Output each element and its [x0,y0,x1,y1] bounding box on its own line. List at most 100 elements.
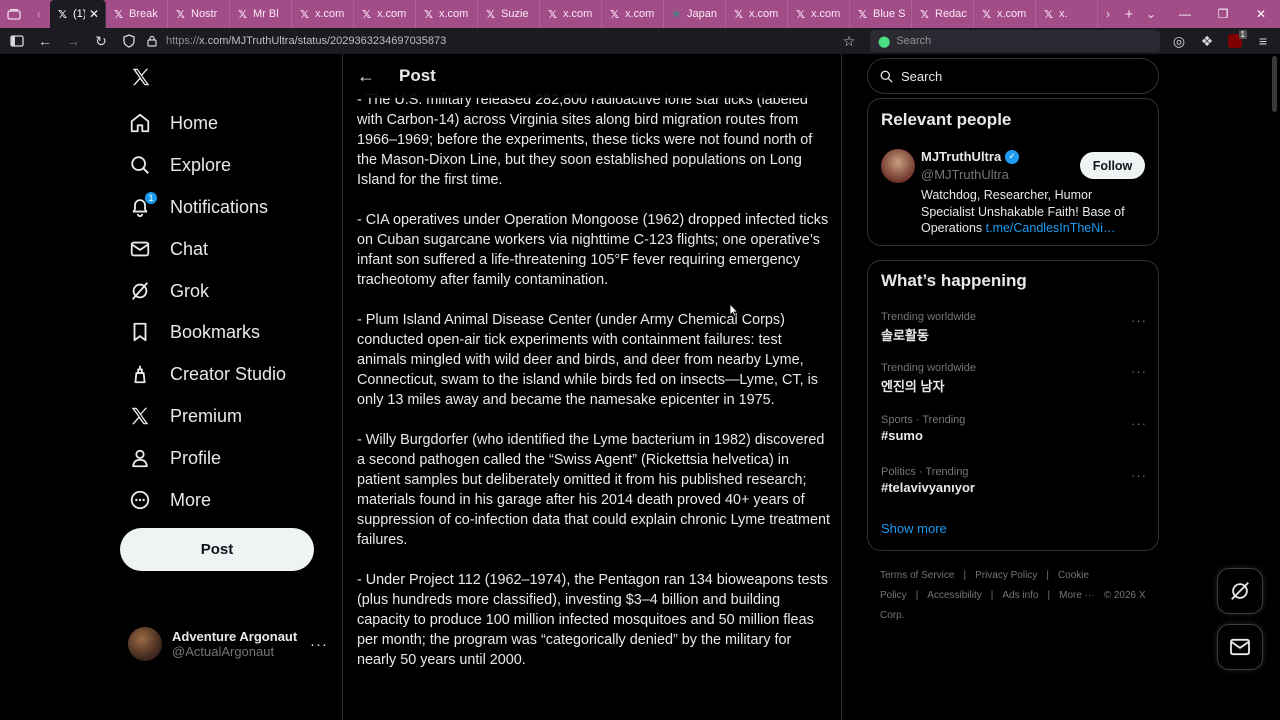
lock-icon[interactable] [144,29,160,53]
footer-separator: | [990,590,994,601]
profile-name-text: MJTruthUltra [921,149,1002,164]
nav-item-home[interactable]: Home [128,103,218,143]
scrollbar[interactable] [1272,56,1277,112]
restore-icon[interactable]: ❐ [1204,7,1242,21]
footer-separator: | [915,590,919,601]
nav-item-label: Bookmarks [170,321,261,342]
search-input[interactable]: Search [867,58,1159,94]
footer-link[interactable]: Privacy Policy [975,570,1037,581]
footer-link[interactable]: Ads info [1002,590,1038,601]
new-tab-icon[interactable]: + [1118,0,1140,28]
tab-list-chevron-icon[interactable]: ⌄ [1140,0,1162,28]
back-arrow-icon[interactable]: ← [357,66,375,87]
x-logo-icon: 𝕏 [362,8,371,21]
browser-search-placeholder: Search [896,35,932,47]
profile-name[interactable]: MJTruthUltra ✓ [921,149,1020,164]
avatar[interactable] [881,149,915,183]
post-paragraph: - Under Project 112 (1962–1974), the Pen… [357,572,828,668]
shield-icon[interactable] [116,29,142,53]
trend-more-icon[interactable]: ··· [1131,468,1147,483]
browser-tab[interactable]: 𝕏 Blue S [850,0,912,28]
trend-item[interactable]: Sports · Trending #sumo ··· [881,414,1147,443]
x-logo-icon [128,404,152,428]
browser-tab[interactable]: 𝕏 (1) ✕ [50,0,106,28]
footer-link[interactable]: More ··· [1059,590,1095,601]
nav-item-grok[interactable]: Grok [128,271,209,311]
browser-tab[interactable]: 𝕏 Nostr [168,0,230,28]
scroll-tabs-right-icon[interactable]: › [1098,0,1118,28]
app-menu-icon[interactable]: ≡ [1250,29,1276,53]
trend-more-icon[interactable]: ··· [1131,364,1147,379]
trend-name: 솔로활동 [881,328,929,343]
browser-tab[interactable]: 𝕏x.com [788,0,850,28]
trend-more-icon[interactable]: ··· [1131,416,1147,431]
trend-category: Politics · Trending [881,466,969,478]
close-tab-icon[interactable]: ✕ [89,7,99,21]
follow-button[interactable]: Follow [1080,152,1145,179]
footer-link[interactable]: Accessibility [927,590,981,601]
bookmark-star-icon[interactable]: ☆ [836,29,862,53]
url-text: x.com/MJTruthUltra/status/20293632346970… [199,35,447,47]
trend-name: #sumo [881,428,923,443]
browser-tab[interactable]: 𝕏x.com [354,0,416,28]
account-icon[interactable]: ◎ [1166,29,1192,53]
browser-search-input[interactable]: ⬤ Search [870,30,1160,52]
forward-icon[interactable]: → [60,29,86,53]
x-logo-icon[interactable] [130,66,154,90]
browser-tab[interactable]: 𝕏x. [1036,0,1098,28]
browser-tab[interactable]: 𝕏 Break [106,0,168,28]
nav-item-bookmarks[interactable]: Bookmarks [128,312,260,352]
browser-tab[interactable]: 𝕏x.com [416,0,478,28]
nav-item-chat[interactable]: Chat [128,229,208,269]
nav-item-label: Notifications [170,196,269,217]
post-paragraph: - Willy Burgdorfer (who identified the L… [357,432,831,548]
grok-floating-button[interactable] [1217,568,1263,614]
mouse-cursor-icon [729,303,739,317]
browser-tab[interactable]: 𝕏x.com [602,0,664,28]
nav-item-label: Grok [170,280,210,301]
scroll-tabs-left-icon[interactable]: ‹ [28,0,50,28]
show-more-link[interactable]: Show more [881,521,947,536]
more-dots-icon[interactable]: ··· [310,636,328,653]
tab-label: Japan [687,8,717,20]
post-column: ← Post - The U.S. military released 282,… [342,54,842,720]
trend-name: #telavivyanıyor [881,480,975,495]
post-button[interactable]: Post [120,528,314,571]
ublock-icon[interactable]: 1 [1222,29,1248,53]
nav-item-explore[interactable]: Explore [128,145,231,185]
close-window-icon[interactable]: ✕ [1242,7,1280,21]
browser-tab[interactable]: 𝕏x.com [292,0,354,28]
browser-tab[interactable]: 𝕏 Redac [912,0,974,28]
account-handle: @ActualArgonaut [172,644,275,659]
account-switcher[interactable]: Adventure Argonaut @ActualArgonaut ··· [128,622,328,666]
back-icon[interactable]: ← [32,29,58,53]
browser-tab[interactable]: 𝕏 Suzie [478,0,540,28]
trend-item[interactable]: Trending worldwide 솔로활동 ··· [881,311,1147,344]
minimize-icon[interactable]: — [1166,7,1204,21]
post-paragraph: - CIA operatives under Operation Mongoos… [357,212,829,288]
nav-item-more[interactable]: More [128,480,211,520]
notification-badge: 1 [144,191,158,205]
browser-tab[interactable]: 𝕏x.com [726,0,788,28]
extensions-icon[interactable]: ❖ [1194,29,1220,53]
tab-strip: 𝕏(1)✕𝕏Break𝕏Nostr𝕏Mr Bl𝕏x.com𝕏x.com𝕏x.co… [50,0,1098,28]
browser-tab[interactable]: 𝕏x.com [540,0,602,28]
browser-tab[interactable]: 𝕏 Mr Bl [230,0,292,28]
nav-item-profile[interactable]: Profile [128,438,221,478]
sidebar-toggle-icon[interactable] [4,29,30,53]
tab-overview-icon[interactable] [0,0,28,28]
trend-item[interactable]: Politics · Trending #telavivyanıyor ··· [881,466,1147,495]
x-logo-icon: 𝕏 [920,8,929,21]
trend-more-icon[interactable]: ··· [1131,313,1147,328]
footer-link[interactable]: Terms of Service [880,570,954,581]
nav-item-premium[interactable]: Premium [128,396,242,436]
reload-icon[interactable]: ↻ [88,29,114,53]
nav-item-notifications[interactable]: 1 Notifications [128,187,268,227]
bio-link[interactable]: t.me/CandlesInTheNi… [986,221,1116,235]
messages-floating-button[interactable] [1217,624,1263,670]
trend-item[interactable]: Trending worldwide 엔진의 남자 ··· [881,362,1147,395]
browser-tab[interactable]: 𝕏x.com [974,0,1036,28]
url-bar[interactable]: https://x.com/MJTruthUltra/status/202936… [162,30,834,52]
browser-tab[interactable]: ✳ Japan [664,0,726,28]
nav-item-creator-studio[interactable]: Creator Studio [128,354,286,394]
